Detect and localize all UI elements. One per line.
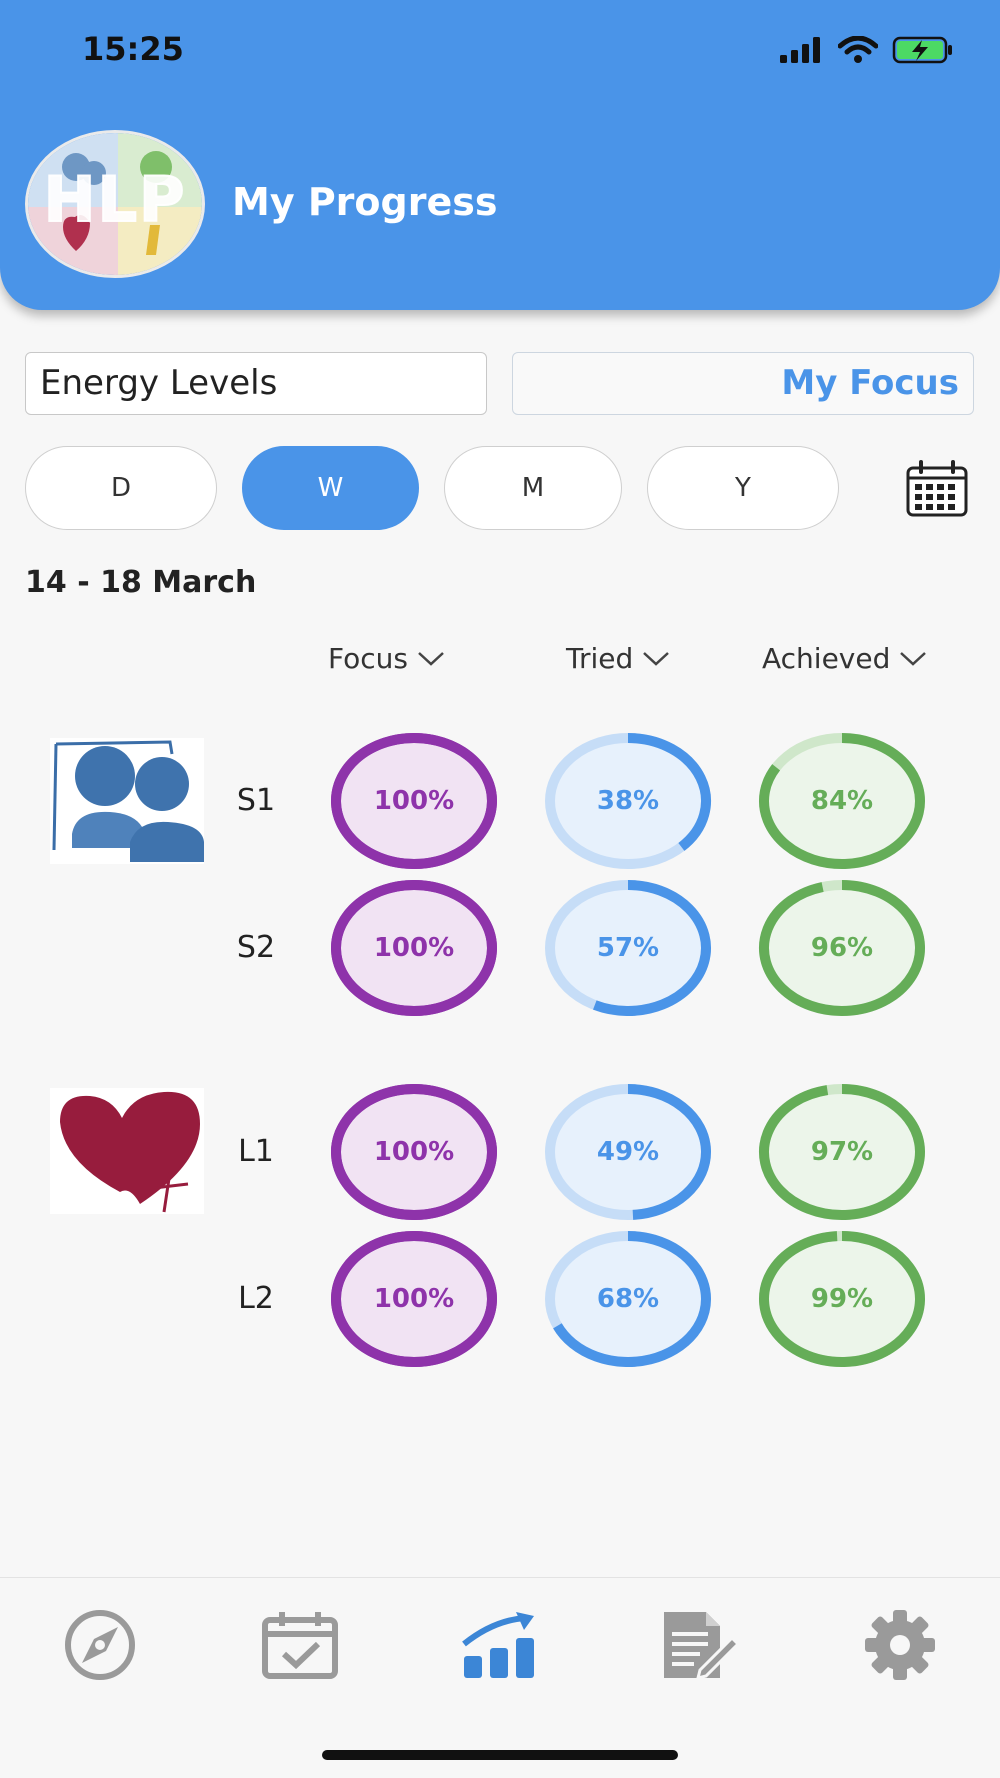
tried-column-header[interactable]: Tried <box>566 642 671 675</box>
achieved-ring-l2[interactable]: 99% <box>756 1228 928 1370</box>
people-icon <box>50 738 204 864</box>
app-logo: HLP <box>25 130 205 278</box>
focus-percent-label: 100% <box>373 933 455 963</box>
tried-ring-l2[interactable]: 68% <box>542 1228 714 1370</box>
achieved-ring-s2[interactable]: 96% <box>756 877 928 1019</box>
focus-ring-s1[interactable]: 100% <box>328 730 500 872</box>
period-year-button[interactable]: Y <box>647 446 839 530</box>
focus-percent-label: 100% <box>373 1137 455 1167</box>
page-title: My Progress <box>232 180 498 224</box>
tried-column-label: Tried <box>566 642 634 675</box>
gear-icon[interactable] <box>860 1610 940 1680</box>
tried-percent-label: 68% <box>596 1284 660 1314</box>
notes-edit-icon[interactable] <box>660 1610 740 1680</box>
achieved-ring-s1[interactable]: 84% <box>756 730 928 872</box>
achieved-percent-label: 96% <box>810 933 874 963</box>
focus-ring-s2[interactable]: 100% <box>328 877 500 1019</box>
wifi-icon <box>838 36 878 63</box>
status-icons <box>780 36 954 64</box>
row-label-s1: S1 <box>236 783 276 818</box>
tried-percent-label: 38% <box>596 786 660 816</box>
status-time: 15:25 <box>82 30 184 68</box>
tab-bar <box>0 1577 1000 1778</box>
achieved-percent-label: 84% <box>810 786 874 816</box>
row-label-s2: S2 <box>236 930 276 965</box>
compass-icon[interactable] <box>60 1610 140 1680</box>
tried-percent-label: 49% <box>596 1137 660 1167</box>
battery-charging-icon <box>892 36 952 64</box>
achieved-column-header[interactable]: Achieved <box>762 642 928 675</box>
row-label-l1: L1 <box>238 1134 274 1169</box>
focus-percent-label: 100% <box>373 786 455 816</box>
focus-column-header[interactable]: Focus <box>328 642 446 675</box>
row-label-l2: L2 <box>238 1281 274 1316</box>
calendar-check-icon[interactable] <box>260 1610 340 1680</box>
achieved-percent-label: 97% <box>810 1137 874 1167</box>
focus-ring-l2[interactable]: 100% <box>328 1228 500 1370</box>
tried-ring-s1[interactable]: 38% <box>542 730 714 872</box>
achieved-ring-l1[interactable]: 97% <box>756 1081 928 1223</box>
focus-column-label: Focus <box>328 642 408 675</box>
achieved-percent-label: 99% <box>810 1284 874 1314</box>
achieved-column-label: Achieved <box>762 642 891 675</box>
tried-ring-s2[interactable]: 57% <box>542 877 714 1019</box>
chevron-down-icon <box>643 651 670 666</box>
logo-text: HLP <box>43 162 187 237</box>
my-focus-button[interactable]: My Focus <box>512 352 974 415</box>
tried-ring-l1[interactable]: 49% <box>542 1081 714 1223</box>
date-range: 14 - 18 March <box>25 565 257 600</box>
progress-chart-icon[interactable] <box>460 1610 540 1680</box>
chevron-down-icon <box>900 651 927 666</box>
tried-percent-label: 57% <box>596 933 660 963</box>
heart-icon <box>50 1088 204 1214</box>
calendar-icon[interactable] <box>905 460 969 518</box>
category-select[interactable]: Energy Levels <box>25 352 487 415</box>
focus-percent-label: 100% <box>373 1284 455 1314</box>
app-header: 15:25 HLP My Progress <box>0 0 1000 310</box>
period-month-button[interactable]: M <box>444 446 622 530</box>
signal-icon <box>780 37 820 63</box>
period-day-button[interactable]: D <box>25 446 217 530</box>
period-week-button[interactable]: W <box>242 446 419 530</box>
focus-ring-l1[interactable]: 100% <box>328 1081 500 1223</box>
chevron-down-icon <box>418 651 444 666</box>
home-indicator <box>322 1750 678 1760</box>
